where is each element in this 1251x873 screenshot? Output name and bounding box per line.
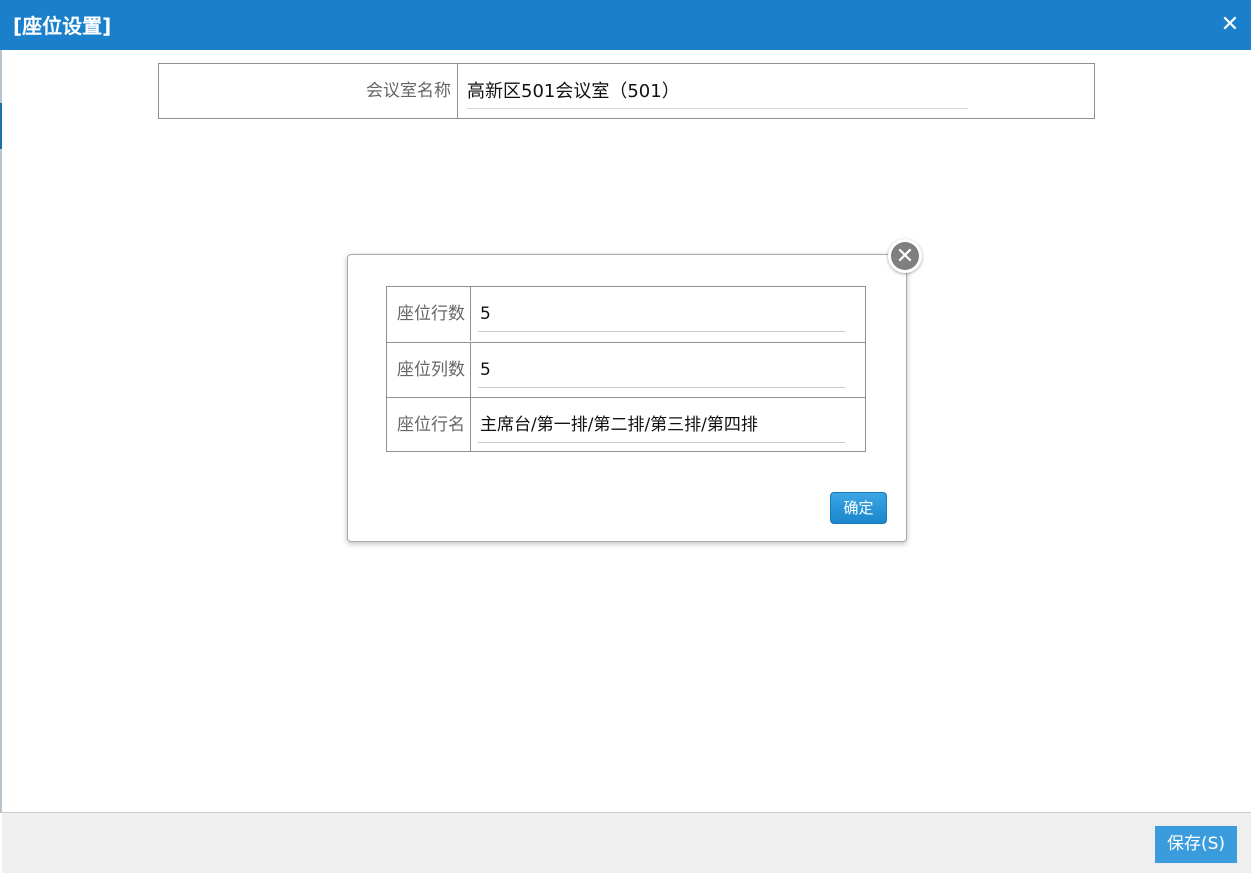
circle-close-icon: ✕ bbox=[891, 242, 919, 270]
left-edge-marker bbox=[0, 103, 2, 149]
seat-row-names-input[interactable]: 主席台/第一排/第二排/第三排/第四排 bbox=[478, 412, 845, 443]
seat-columns-label: 座位列数 bbox=[387, 343, 471, 397]
seat-row-names-label: 座位行名 bbox=[387, 398, 471, 452]
seat-rows-row: 座位行数 5 bbox=[387, 287, 865, 342]
seat-columns-input[interactable]: 5 bbox=[478, 357, 845, 388]
seat-row-names-row: 座位行名 主席台/第一排/第二排/第三排/第四排 bbox=[387, 397, 865, 452]
close-icon[interactable]: ✕ bbox=[1219, 12, 1241, 36]
seat-columns-row: 座位列数 5 bbox=[387, 342, 865, 397]
title-bar: [座位设置] ✕ bbox=[0, 0, 1251, 50]
footer-bar bbox=[2, 812, 1251, 873]
room-name-label: 会议室名称 bbox=[159, 64, 458, 118]
dialog-close-button[interactable]: ✕ bbox=[888, 239, 922, 273]
window-title: [座位设置] bbox=[13, 14, 112, 38]
room-name-field[interactable]: 高新区501会议室（501） bbox=[467, 80, 968, 109]
seat-rows-label: 座位行数 bbox=[387, 287, 471, 341]
seat-rows-input[interactable]: 5 bbox=[478, 301, 845, 332]
room-info-table: 会议室名称 高新区501会议室（501） bbox=[158, 63, 1095, 119]
confirm-button[interactable]: 确定 bbox=[830, 492, 887, 524]
left-edge-strip bbox=[0, 50, 2, 813]
seat-settings-window: [座位设置] ✕ 会议室名称 高新区501会议室（501） 座位行数 5 座位列… bbox=[0, 0, 1251, 873]
save-button[interactable]: 保存(S) bbox=[1155, 826, 1237, 863]
seat-config-form: 座位行数 5 座位列数 5 座位行名 主席台/第一排/第二排/第三排/第四排 bbox=[386, 286, 866, 452]
